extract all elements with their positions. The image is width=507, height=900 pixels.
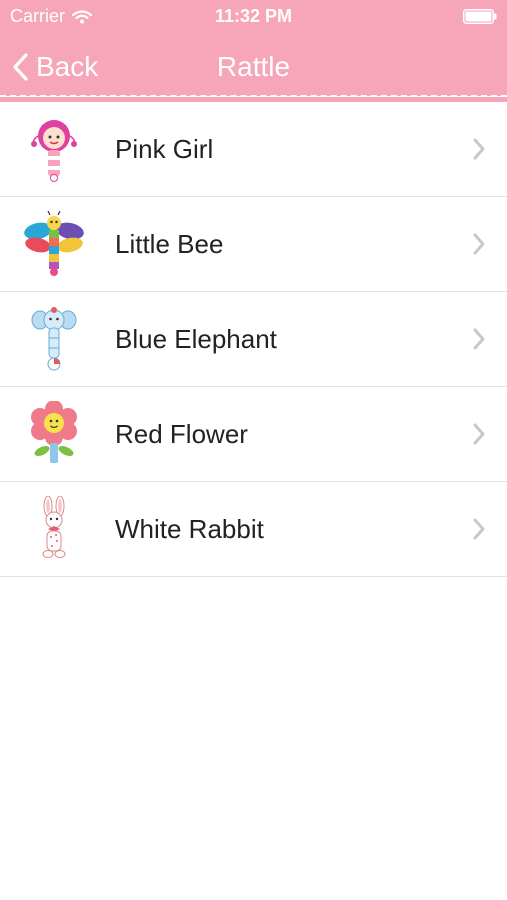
battery-icon	[463, 9, 497, 24]
little-bee-rattle-icon	[24, 211, 84, 276]
chevron-right-icon	[473, 233, 485, 255]
list-item-blue-elephant[interactable]: Blue Elephant	[0, 292, 507, 387]
rattle-list: Pink Girl Little Bee Blue Elephant Red F…	[0, 102, 507, 577]
clock: 11:32 PM	[214, 6, 293, 26]
chevron-right-icon	[473, 423, 485, 445]
status-bar: Carrier 11:32 PM	[0, 0, 507, 34]
list-item-label: White Rabbit	[115, 514, 264, 544]
pink-girl-rattle-icon	[31, 120, 77, 182]
list-item-little-bee[interactable]: Little Bee	[0, 197, 507, 292]
red-flower-rattle-icon	[31, 401, 77, 463]
list-item-label: Little Bee	[115, 229, 224, 259]
page-title: Rattle	[216, 51, 291, 82]
blue-elephant-rattle-icon	[31, 307, 77, 371]
list-item-pink-girl[interactable]: Pink Girl	[0, 102, 507, 197]
list-item-red-flower[interactable]: Red Flower	[0, 387, 507, 482]
white-rabbit-rattle-icon	[42, 496, 66, 558]
chevron-right-icon	[473, 518, 485, 540]
list-item-label: Blue Elephant	[115, 324, 277, 354]
screen: Carrier 11:32 PM Back Rattle Pink Girl L…	[0, 0, 507, 900]
list-item-label: Red Flower	[115, 419, 248, 449]
chevron-right-icon	[473, 138, 485, 160]
chevron-right-icon	[473, 328, 485, 350]
list-item-white-rabbit[interactable]: White Rabbit	[0, 482, 507, 577]
list-item-label: Pink Girl	[115, 134, 214, 164]
